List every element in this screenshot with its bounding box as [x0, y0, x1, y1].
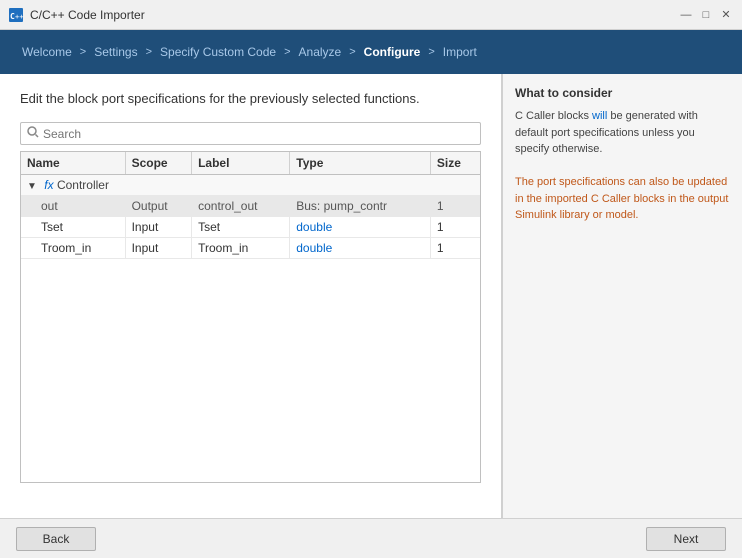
cell-size: 1	[430, 238, 480, 259]
svg-text:++: ++	[15, 13, 23, 21]
search-input[interactable]	[43, 127, 474, 141]
nav-arrow-3: >	[282, 46, 292, 58]
nav-arrow-4: >	[347, 46, 357, 58]
right-panel-body: C Caller blocks will be generated with d…	[515, 108, 730, 224]
left-panel: Edit the block port specifications for t…	[0, 74, 502, 518]
table-row[interactable]: Tset Input Tset double 1	[21, 217, 480, 238]
cell-type: double	[290, 238, 431, 259]
nav-arrow-5: >	[426, 46, 436, 58]
close-button[interactable]: ✕	[718, 7, 734, 23]
cell-scope: Output	[125, 196, 192, 217]
search-box[interactable]	[20, 122, 481, 145]
nav-item-welcome[interactable]: Welcome	[16, 45, 78, 59]
title-bar: C ++ C/C++ Code Importer — □ ✕	[0, 0, 742, 30]
next-button[interactable]: Next	[646, 527, 726, 551]
col-header-type: Type	[290, 152, 431, 175]
cell-scope: Input	[125, 217, 192, 238]
maximize-button[interactable]: □	[698, 7, 714, 23]
right-text-1: C Caller blocks	[515, 110, 592, 122]
nav-bar: Welcome > Settings > Specify Custom Code…	[0, 30, 742, 74]
window-controls: — □ ✕	[678, 7, 734, 23]
col-header-label: Label	[192, 152, 290, 175]
toggle-icon: ▼	[27, 181, 37, 192]
group-name: Controller	[57, 178, 109, 192]
right-panel: What to consider C Caller blocks will be…	[502, 74, 742, 518]
nav-item-analyze[interactable]: Analyze	[293, 45, 348, 59]
back-button[interactable]: Back	[16, 527, 96, 551]
cell-size: 1	[430, 217, 480, 238]
nav-item-import[interactable]: Import	[437, 45, 483, 59]
cell-name: Tset	[21, 217, 125, 238]
cell-type: double	[290, 217, 431, 238]
nav-arrow-1: >	[78, 46, 88, 58]
cell-label: control_out	[192, 196, 290, 217]
table-row[interactable]: out Output control_out Bus: pump_contr 1	[21, 196, 480, 217]
col-header-scope: Scope	[125, 152, 192, 175]
right-panel-title: What to consider	[515, 86, 730, 100]
footer: Back Next	[0, 518, 742, 558]
right-text-orange: The port specifications can also be upda…	[515, 176, 728, 221]
col-header-size: Size	[430, 152, 480, 175]
cell-name: out	[21, 196, 125, 217]
col-header-name: Name	[21, 152, 125, 175]
table-row[interactable]: Troom_in Input Troom_in double 1	[21, 238, 480, 259]
main-content: Edit the block port specifications for t…	[0, 74, 742, 518]
nav-item-specify[interactable]: Specify Custom Code	[154, 45, 282, 59]
fx-label: fx	[44, 178, 53, 192]
table-header-row: Name Scope Label Type Size	[21, 152, 480, 175]
cell-label: Tset	[192, 217, 290, 238]
right-text-highlight: will	[592, 110, 607, 122]
cell-label: Troom_in	[192, 238, 290, 259]
nav-arrow-2: >	[144, 46, 154, 58]
minimize-button[interactable]: —	[678, 7, 694, 23]
cell-name: Troom_in	[21, 238, 125, 259]
cell-size: 1	[430, 196, 480, 217]
window-title: C/C++ Code Importer	[30, 8, 678, 22]
table-container: Name Scope Label Type Size ▼ fx Controll…	[20, 151, 481, 483]
nav-item-configure[interactable]: Configure	[358, 45, 427, 59]
app-icon: C ++	[8, 7, 24, 23]
panel-title: Edit the block port specifications for t…	[20, 90, 481, 108]
group-row-controller[interactable]: ▼ fx Controller	[21, 175, 480, 196]
search-icon	[27, 126, 39, 141]
nav-item-settings[interactable]: Settings	[88, 45, 143, 59]
cell-scope: Input	[125, 238, 192, 259]
port-specs-table: Name Scope Label Type Size ▼ fx Controll…	[21, 152, 480, 259]
cell-type: Bus: pump_contr	[290, 196, 431, 217]
